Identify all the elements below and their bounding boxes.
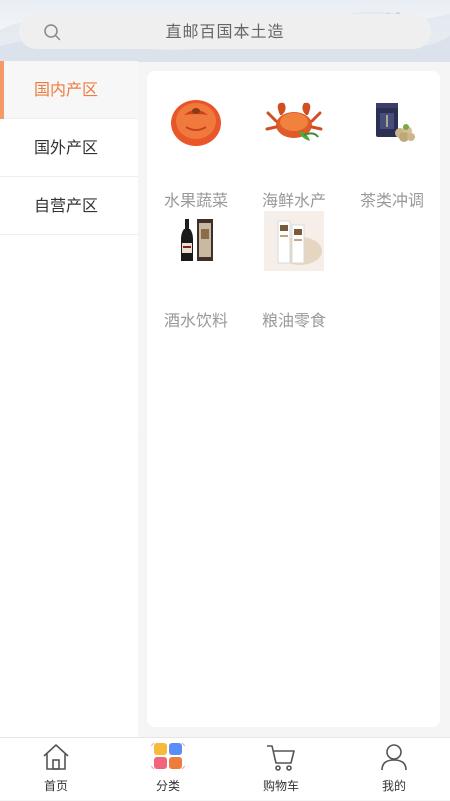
- bottom-tab-bar: 首页 分类 购物车 我的: [0, 737, 450, 800]
- category-item-seafood[interactable]: 海鲜水产: [245, 91, 343, 210]
- category-icon: [151, 742, 185, 770]
- tab-profile[interactable]: 我的: [338, 738, 450, 801]
- tab-label: 首页: [43, 779, 68, 793]
- tab-cart[interactable]: 购物车: [225, 738, 337, 801]
- category-label: 水果蔬菜: [163, 191, 228, 210]
- category-item-grain-snacks[interactable]: 粮油零食: [245, 211, 343, 330]
- tab-label: 我的: [381, 779, 406, 793]
- search-placeholder: 直邮百国本土造: [165, 22, 285, 41]
- sidebar-item-self-operated[interactable]: 自营产区: [0, 177, 138, 235]
- region-sidebar: 国内产区 国外产区 自营产区: [0, 61, 138, 737]
- crab-image: [265, 102, 323, 141]
- persimmon-image: [171, 100, 221, 146]
- category-label: 茶类冲调: [359, 191, 424, 210]
- sidebar-item-overseas[interactable]: 国外产区: [0, 119, 138, 177]
- category-label: 粮油零食: [261, 311, 326, 330]
- header: 直邮百国本土造: [0, 0, 450, 62]
- tab-category[interactable]: 分类: [112, 738, 224, 801]
- tab-home[interactable]: 首页: [0, 738, 112, 801]
- home-icon: [43, 744, 69, 770]
- tea-can-image: [376, 103, 415, 142]
- category-item-drinks[interactable]: 酒水饮料: [147, 211, 245, 330]
- category-label: 酒水饮料: [163, 311, 228, 330]
- tab-label: 分类: [155, 779, 180, 793]
- cart-icon: [267, 745, 295, 771]
- search-bar[interactable]: 直邮百国本土造: [19, 14, 431, 49]
- tab-label: 购物车: [262, 779, 299, 793]
- category-item-fruit-veg[interactable]: 水果蔬菜: [147, 91, 245, 210]
- category-label: 海鲜水产: [261, 191, 326, 210]
- category-panel: 水果蔬菜 海鲜水产 茶类冲调 酒水饮料 粮油零食: [147, 71, 440, 727]
- wine-bottle-image: [181, 219, 213, 261]
- category-item-tea[interactable]: 茶类冲调: [343, 91, 441, 210]
- sidebar-item-domestic[interactable]: 国内产区: [0, 61, 138, 119]
- snack-box-image: [264, 211, 324, 271]
- user-icon: [381, 744, 407, 771]
